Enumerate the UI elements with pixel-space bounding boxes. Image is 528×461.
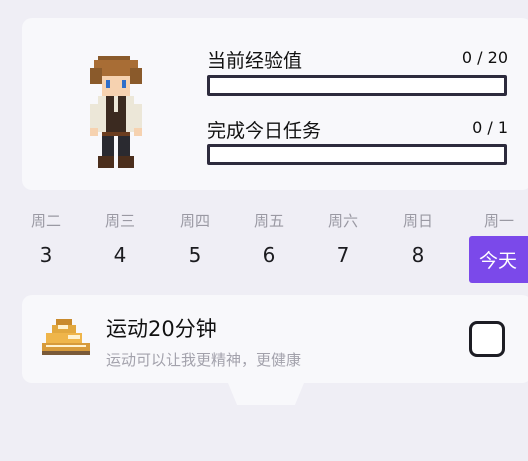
weekday-label: 周日 bbox=[402, 212, 433, 230]
week-strip: 周二 3 周三 4 周四 5 周五 6 周六 7 周日 8 周一 bbox=[0, 200, 528, 290]
day-1[interactable]: 周三 4 bbox=[90, 200, 150, 269]
date-label: 5 bbox=[188, 243, 202, 267]
weekday-label: 周六 bbox=[327, 212, 358, 230]
exp-value: 0 / 20 bbox=[461, 48, 508, 67]
day-6[interactable]: 周一 bbox=[469, 200, 528, 232]
daily-task-value: 0 / 1 bbox=[472, 118, 508, 137]
exp-progress-bar bbox=[207, 75, 507, 96]
weekday-label: 周二 bbox=[30, 212, 61, 230]
daily-task-label: 完成今日任务 bbox=[207, 120, 322, 142]
task-checkbox[interactable] bbox=[469, 321, 505, 357]
weekday-label: 周三 bbox=[104, 212, 135, 230]
task-card[interactable]: 运动20分钟 运动可以让我更精神，更健康 bbox=[22, 295, 528, 383]
date-label: 4 bbox=[113, 243, 127, 267]
date-label: 8 bbox=[411, 243, 425, 267]
task-description: 运动可以让我更精神，更健康 bbox=[106, 351, 302, 369]
day-4[interactable]: 周六 7 bbox=[313, 200, 373, 269]
date-label: 7 bbox=[336, 243, 350, 267]
daily-task-progress-bar bbox=[207, 144, 507, 165]
day-2[interactable]: 周四 5 bbox=[165, 200, 225, 269]
day-3[interactable]: 周五 6 bbox=[239, 200, 299, 269]
weekday-label: 周一 bbox=[483, 212, 514, 230]
task-title: 运动20分钟 bbox=[106, 317, 217, 341]
date-label: 3 bbox=[39, 243, 53, 267]
day-5[interactable]: 周日 8 bbox=[388, 200, 448, 269]
today-button[interactable]: 今天 bbox=[469, 236, 528, 283]
weekday-label: 周四 bbox=[179, 212, 210, 230]
profile-card: 当前经验值 0 / 20 完成今日任务 0 / 1 bbox=[22, 18, 528, 190]
date-label: 6 bbox=[262, 243, 276, 267]
exp-label: 当前经验值 bbox=[207, 50, 303, 72]
sneaker-icon bbox=[42, 319, 90, 355]
day-0[interactable]: 周二 3 bbox=[16, 200, 76, 269]
card-tail bbox=[228, 383, 304, 405]
weekday-label: 周五 bbox=[253, 212, 284, 230]
pixel-character-avatar-icon bbox=[90, 56, 142, 168]
